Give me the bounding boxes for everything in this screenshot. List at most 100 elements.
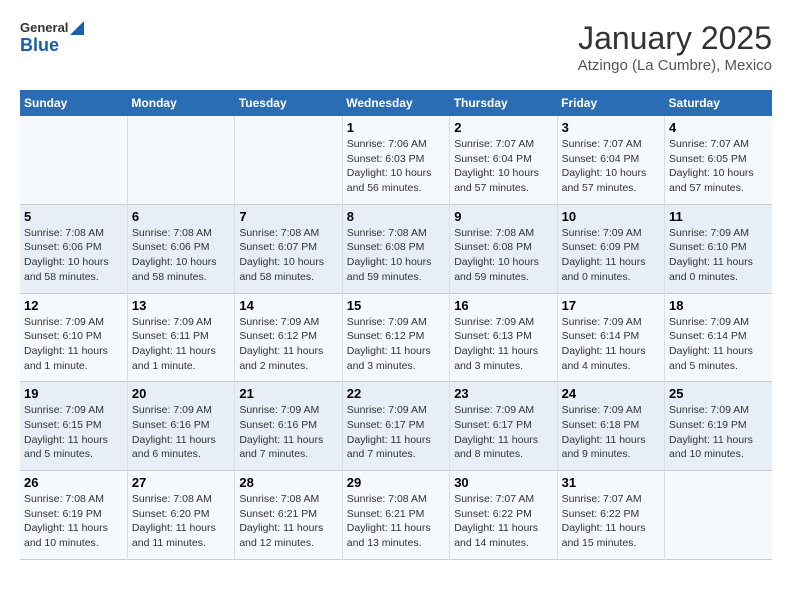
calendar-cell: 17Sunrise: 7:09 AM Sunset: 6:14 PM Dayli…	[557, 293, 664, 382]
day-info: Sunrise: 7:09 AM Sunset: 6:19 PM Dayligh…	[669, 403, 768, 462]
day-number: 10	[562, 209, 660, 224]
day-number: 21	[239, 386, 337, 401]
col-header-friday: Friday	[557, 90, 664, 116]
calendar-cell: 31 Sunrise: 7:07 AM Sunset: 6:22 PM Dayli…	[557, 471, 664, 560]
day-number: 20	[132, 386, 230, 401]
day-info: Sunrise: 7:07 AM Sunset: 6:05 PM Dayligh…	[669, 137, 768, 196]
day-info: Sunrise: 7:07 AM Sunset: 6:04 PM Dayligh…	[562, 137, 660, 196]
day-info: Sunrise: 7:06 AM Sunset: 6:03 PM Dayligh…	[347, 137, 445, 196]
day-number: 13	[132, 298, 230, 313]
day-number: 4	[669, 120, 768, 135]
calendar-cell: 21 Sunrise: 7:09 AM Sunset: 6:16 PM Dayli…	[235, 382, 342, 471]
calendar-cell: 22 Sunrise: 7:09 AM Sunset: 6:17 PM Dayli…	[342, 382, 449, 471]
day-info: Sunrise: 7:09 AM Sunset: 6:12 PM Dayligh…	[347, 315, 445, 374]
calendar-cell: 16 Sunrise: 7:09 AM Sunset: 6:13 PM Dayli…	[450, 293, 557, 382]
logo-icon	[70, 21, 84, 35]
day-info: Sunrise: 7:07 AM Sunset: 6:22 PM Dayligh…	[562, 492, 660, 551]
calendar-cell: 11 Sunrise: 7:09 AM Sunset: 6:10 PM Dayli…	[665, 204, 772, 293]
day-number: 11	[669, 209, 768, 224]
day-number: 5	[24, 209, 123, 224]
calendar-cell: 12 Sunrise: 7:09 AM Sunset: 6:10 PM Dayli…	[20, 293, 127, 382]
calendar-cell: 7 Sunrise: 7:08 AM Sunset: 6:07 PM Daylig…	[235, 204, 342, 293]
day-number: 1	[347, 120, 445, 135]
day-number: 9	[454, 209, 552, 224]
calendar-cell: 28Sunrise: 7:08 AM Sunset: 6:21 PM Dayli…	[235, 471, 342, 560]
day-number: 7	[239, 209, 337, 224]
day-info: Sunrise: 7:07 AM Sunset: 6:22 PM Dayligh…	[454, 492, 552, 551]
day-info: Sunrise: 7:08 AM Sunset: 6:21 PM Dayligh…	[347, 492, 445, 551]
day-number: 8	[347, 209, 445, 224]
calendar-cell: 23Sunrise: 7:09 AM Sunset: 6:17 PM Dayli…	[450, 382, 557, 471]
calendar-cell: 18 Sunrise: 7:09 AM Sunset: 6:14 PM Dayli…	[665, 293, 772, 382]
day-number: 18	[669, 298, 768, 313]
day-info: Sunrise: 7:09 AM Sunset: 6:10 PM Dayligh…	[24, 315, 123, 374]
day-info: Sunrise: 7:09 AM Sunset: 6:18 PM Dayligh…	[562, 403, 660, 462]
calendar-cell: 6Sunrise: 7:08 AM Sunset: 6:06 PM Daylig…	[127, 204, 234, 293]
day-number: 15	[347, 298, 445, 313]
day-info: Sunrise: 7:09 AM Sunset: 6:12 PM Dayligh…	[239, 315, 337, 374]
day-info: Sunrise: 7:08 AM Sunset: 6:07 PM Dayligh…	[239, 226, 337, 285]
day-info: Sunrise: 7:09 AM Sunset: 6:16 PM Dayligh…	[239, 403, 337, 462]
calendar-cell: 4 Sunrise: 7:07 AM Sunset: 6:05 PM Daylig…	[665, 116, 772, 204]
page-title: January 2025	[578, 20, 772, 57]
day-info: Sunrise: 7:09 AM Sunset: 6:13 PM Dayligh…	[454, 315, 552, 374]
week-row-3: 12 Sunrise: 7:09 AM Sunset: 6:10 PM Dayli…	[20, 293, 772, 382]
day-number: 22	[347, 386, 445, 401]
calendar-cell: 24 Sunrise: 7:09 AM Sunset: 6:18 PM Dayli…	[557, 382, 664, 471]
day-info: Sunrise: 7:09 AM Sunset: 6:14 PM Dayligh…	[669, 315, 768, 374]
day-number: 17	[562, 298, 660, 313]
calendar-cell: 19Sunrise: 7:09 AM Sunset: 6:15 PM Dayli…	[20, 382, 127, 471]
day-number: 30	[454, 475, 552, 490]
col-header-saturday: Saturday	[665, 90, 772, 116]
col-header-thursday: Thursday	[450, 90, 557, 116]
day-info: Sunrise: 7:09 AM Sunset: 6:10 PM Dayligh…	[669, 226, 768, 285]
day-number: 29	[347, 475, 445, 490]
logo: General Blue	[20, 20, 84, 56]
calendar-cell: 5Sunrise: 7:08 AM Sunset: 6:06 PM Daylig…	[20, 204, 127, 293]
header-row: SundayMondayTuesdayWednesdayThursdayFrid…	[20, 90, 772, 116]
calendar-cell	[235, 116, 342, 204]
calendar-cell: 8 Sunrise: 7:08 AM Sunset: 6:08 PM Daylig…	[342, 204, 449, 293]
day-info: Sunrise: 7:08 AM Sunset: 6:21 PM Dayligh…	[239, 492, 337, 551]
calendar-cell: 14 Sunrise: 7:09 AM Sunset: 6:12 PM Dayli…	[235, 293, 342, 382]
day-number: 31	[562, 475, 660, 490]
day-number: 2	[454, 120, 552, 135]
day-number: 24	[562, 386, 660, 401]
page-header: General Blue January 2025 Atzingo (La Cu…	[20, 20, 772, 74]
calendar-cell	[665, 471, 772, 560]
day-info: Sunrise: 7:09 AM Sunset: 6:11 PM Dayligh…	[132, 315, 230, 374]
calendar-cell: 25 Sunrise: 7:09 AM Sunset: 6:19 PM Dayli…	[665, 382, 772, 471]
week-row-1: 1 Sunrise: 7:06 AM Sunset: 6:03 PM Daylig…	[20, 116, 772, 204]
calendar-cell: 3 Sunrise: 7:07 AM Sunset: 6:04 PM Daylig…	[557, 116, 664, 204]
day-number: 27	[132, 475, 230, 490]
day-number: 3	[562, 120, 660, 135]
day-info: Sunrise: 7:09 AM Sunset: 6:17 PM Dayligh…	[454, 403, 552, 462]
logo-blue-text: Blue	[20, 35, 84, 56]
calendar-cell: 13 Sunrise: 7:09 AM Sunset: 6:11 PM Dayli…	[127, 293, 234, 382]
week-row-2: 5Sunrise: 7:08 AM Sunset: 6:06 PM Daylig…	[20, 204, 772, 293]
day-number: 16	[454, 298, 552, 313]
day-info: Sunrise: 7:08 AM Sunset: 6:19 PM Dayligh…	[24, 492, 123, 551]
day-info: Sunrise: 7:08 AM Sunset: 6:08 PM Dayligh…	[347, 226, 445, 285]
calendar-cell: 29 Sunrise: 7:08 AM Sunset: 6:21 PM Dayli…	[342, 471, 449, 560]
calendar-cell: 26 Sunrise: 7:08 AM Sunset: 6:19 PM Dayli…	[20, 471, 127, 560]
day-number: 26	[24, 475, 123, 490]
calendar-cell	[127, 116, 234, 204]
calendar-cell: 27Sunrise: 7:08 AM Sunset: 6:20 PM Dayli…	[127, 471, 234, 560]
col-header-wednesday: Wednesday	[342, 90, 449, 116]
day-number: 6	[132, 209, 230, 224]
day-info: Sunrise: 7:09 AM Sunset: 6:17 PM Dayligh…	[347, 403, 445, 462]
day-number: 14	[239, 298, 337, 313]
logo-general-text: General	[20, 20, 68, 35]
calendar-cell: 2 Sunrise: 7:07 AM Sunset: 6:04 PM Daylig…	[450, 116, 557, 204]
calendar-cell	[20, 116, 127, 204]
day-number: 25	[669, 386, 768, 401]
day-number: 12	[24, 298, 123, 313]
day-info: Sunrise: 7:09 AM Sunset: 6:09 PM Dayligh…	[562, 226, 660, 285]
day-info: Sunrise: 7:07 AM Sunset: 6:04 PM Dayligh…	[454, 137, 552, 196]
calendar-cell: 9Sunrise: 7:08 AM Sunset: 6:08 PM Daylig…	[450, 204, 557, 293]
week-row-4: 19Sunrise: 7:09 AM Sunset: 6:15 PM Dayli…	[20, 382, 772, 471]
calendar-cell: 15 Sunrise: 7:09 AM Sunset: 6:12 PM Dayli…	[342, 293, 449, 382]
calendar-table: SundayMondayTuesdayWednesdayThursdayFrid…	[20, 90, 772, 560]
calendar-cell: 10 Sunrise: 7:09 AM Sunset: 6:09 PM Dayli…	[557, 204, 664, 293]
